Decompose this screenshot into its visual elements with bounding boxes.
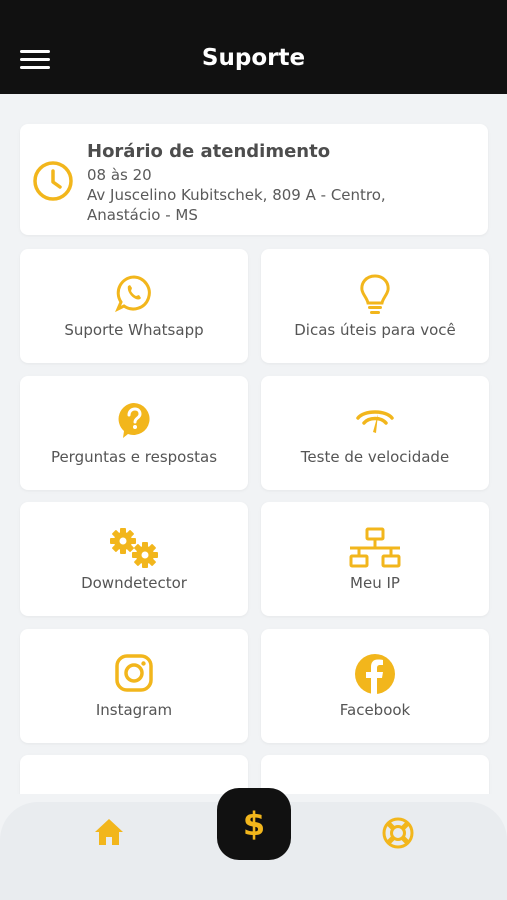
- page-title: Suporte: [201, 45, 306, 71]
- support-content: Horário de atendimento 08 às 20 Av Jusce…: [0, 94, 507, 794]
- clock-icon: [33, 161, 73, 201]
- tile-label: Suporte Whatsapp: [64, 321, 204, 339]
- lifebuoy-icon[interactable]: [381, 816, 415, 850]
- question-icon: [118, 403, 150, 438]
- tile-label: Downdetector: [81, 574, 187, 592]
- app-header: Suporte: [0, 0, 507, 94]
- service-hours-card: Horário de atendimento 08 às 20 Av Jusce…: [20, 124, 488, 235]
- address-line-1: Av Juscelino Kubitschek, 809 A - Centro,: [87, 186, 386, 204]
- instagram-icon: [115, 654, 153, 692]
- speedometer-icon: [356, 410, 394, 433]
- tile-label: Instagram: [95, 701, 173, 719]
- tile-speed-test[interactable]: Teste de velocidade: [261, 376, 489, 490]
- whatsapp-icon: [115, 275, 151, 313]
- address-line-2: Anastácio - MS: [87, 206, 198, 224]
- tile-label: Facebook: [339, 701, 411, 719]
- tile-my-ip[interactable]: Meu IP: [261, 502, 489, 616]
- tile-label: Teste de velocidade: [300, 448, 450, 466]
- tile-label: Meu IP: [350, 574, 400, 592]
- service-hours-title: Horário de atendimento: [87, 141, 331, 162]
- network-icon: [349, 527, 401, 568]
- tile-useful-tips[interactable]: Dicas úteis para você: [261, 249, 489, 363]
- dollar-icon: $: [242, 805, 266, 843]
- tile-whatsapp-support[interactable]: Suporte Whatsapp: [20, 249, 248, 363]
- tile-partial-right[interactable]: [261, 755, 489, 794]
- tile-label: Dicas úteis para você: [294, 321, 456, 339]
- tile-facebook[interactable]: Facebook: [261, 629, 489, 743]
- tile-downdetector[interactable]: Downdetector: [20, 502, 248, 616]
- tile-partial-left[interactable]: [20, 755, 248, 794]
- tile-faq[interactable]: Perguntas e respostas: [20, 376, 248, 490]
- payment-button[interactable]: $: [217, 788, 291, 860]
- tile-label: Perguntas e respostas: [50, 448, 218, 466]
- facebook-icon: [355, 654, 395, 694]
- gears-icon: [110, 528, 158, 568]
- lightbulb-icon: [360, 274, 390, 314]
- home-icon[interactable]: [93, 816, 125, 848]
- service-hours-value: 08 às 20: [87, 166, 152, 184]
- tile-instagram[interactable]: Instagram: [20, 629, 248, 743]
